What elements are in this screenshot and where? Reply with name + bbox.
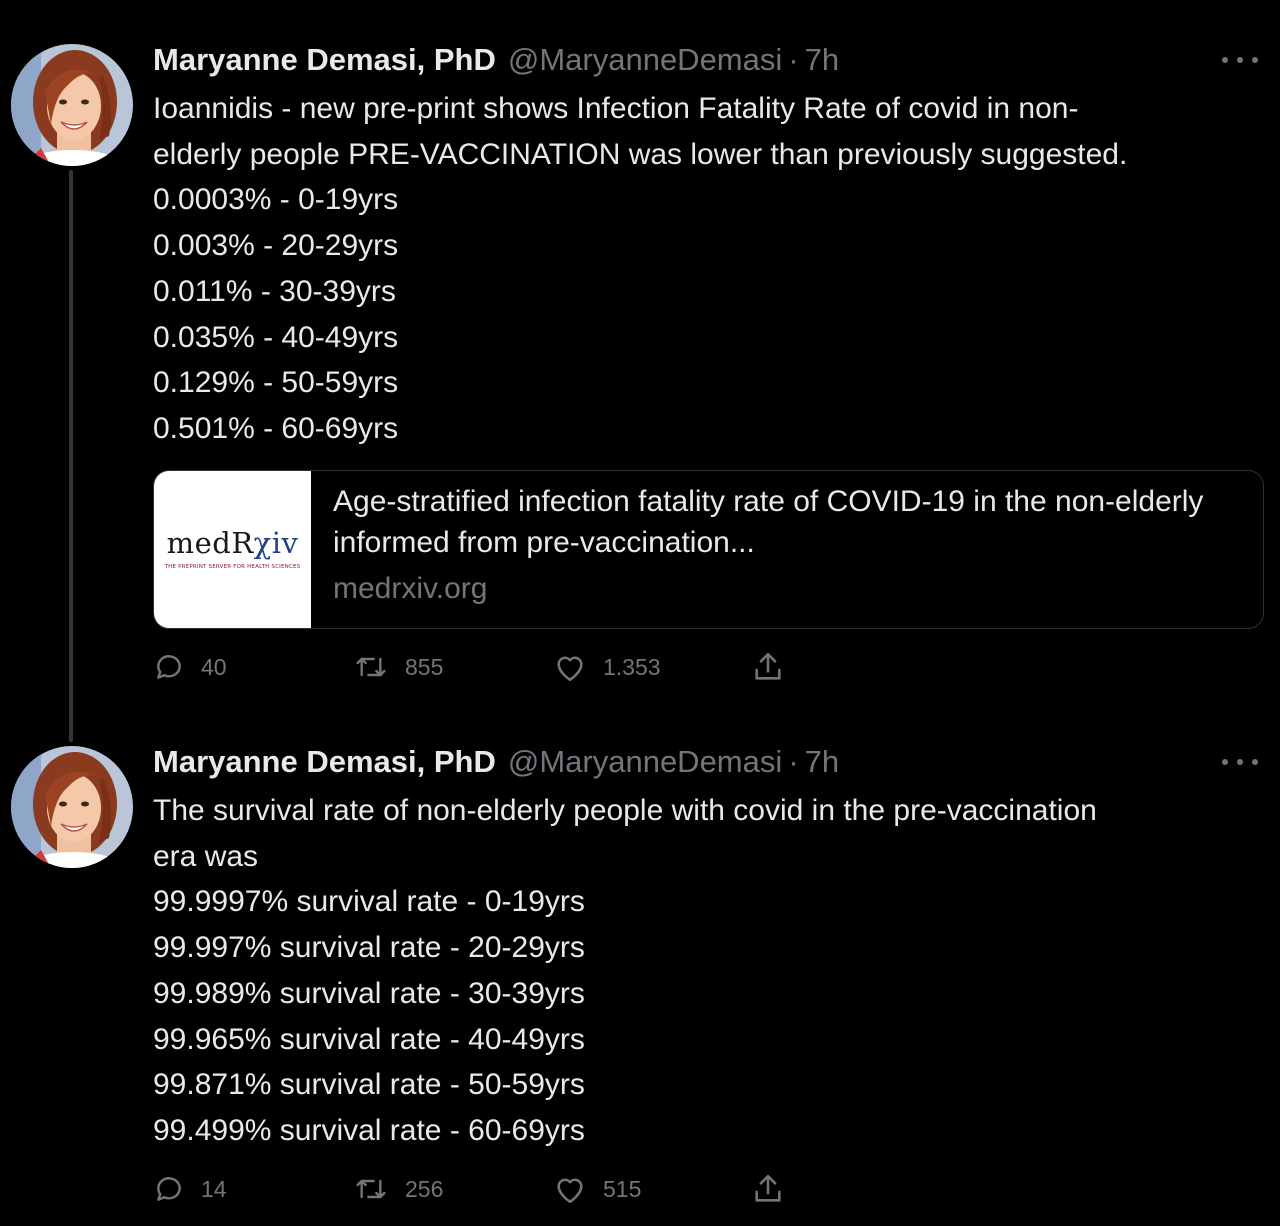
like-icon bbox=[557, 1178, 583, 1204]
tweet-text-line: era was bbox=[153, 839, 259, 873]
tweet-text-line: 0.011% - 30-39yrs bbox=[153, 274, 396, 308]
tweet-header: Maryanne Demasi, PhD @MaryanneDemasi · 7… bbox=[153, 742, 839, 782]
author-name[interactable]: Maryanne Demasi, PhD bbox=[153, 742, 496, 782]
avatar[interactable] bbox=[11, 44, 133, 166]
author-name[interactable]: Maryanne Demasi, PhD bbox=[153, 40, 496, 80]
avatar[interactable] bbox=[11, 746, 133, 868]
author-handle[interactable]: @MaryanneDemasi bbox=[508, 742, 782, 782]
retweet-icon bbox=[356, 657, 386, 677]
retweet-button[interactable]: 855 bbox=[353, 647, 443, 687]
separator-dot: · bbox=[788, 42, 799, 77]
tweet-text-line: 99.871% survival rate - 50-59yrs bbox=[153, 1068, 585, 1102]
medrxiv-logo: medRχiv THE PREPRINT SERVER FOR HEALTH S… bbox=[154, 471, 311, 628]
author-handle[interactable]: @MaryanneDemasi bbox=[508, 40, 782, 80]
tweet[interactable]: Maryanne Demasi, PhD @MaryanneDemasi · 7… bbox=[0, 700, 1280, 1226]
like-button[interactable]: 515 bbox=[553, 1169, 641, 1209]
tweet-text-line: The survival rate of non-elderly people … bbox=[153, 794, 1097, 827]
share-icon bbox=[755, 1174, 781, 1202]
tweet-text-line: 99.965% survival rate - 40-49yrs bbox=[153, 1022, 585, 1056]
reply-icon bbox=[157, 1177, 181, 1201]
share-button[interactable] bbox=[751, 647, 785, 687]
logo-text-accent: χiv bbox=[253, 526, 299, 560]
reply-count: 40 bbox=[201, 653, 227, 680]
tweet-text-line: 0.501% - 60-69yrs bbox=[153, 411, 399, 445]
reply-button[interactable]: 14 bbox=[153, 1169, 227, 1209]
like-count: 1.353 bbox=[603, 653, 661, 680]
tweet-text-line: 99.989% survival rate - 30-39yrs bbox=[153, 976, 585, 1010]
retweet-count: 256 bbox=[405, 1175, 444, 1202]
card-title: Age-stratified infection fatality rate o… bbox=[333, 485, 1204, 559]
tweet-text-line: elderly people PRE-VACCINATION was lower… bbox=[153, 137, 1128, 171]
card-domain: medrxiv.org bbox=[333, 572, 488, 605]
tweet-actions: 14 256 515 bbox=[153, 1169, 853, 1209]
tweet-text-line: 0.003% - 20-29yrs bbox=[153, 229, 399, 263]
retweet-button[interactable]: 256 bbox=[353, 1169, 443, 1209]
share-icon bbox=[755, 652, 781, 680]
tweet-header: Maryanne Demasi, PhD @MaryanneDemasi · 7… bbox=[153, 40, 839, 80]
link-preview-card[interactable]: medRχiv THE PREPRINT SERVER FOR HEALTH S… bbox=[153, 470, 1264, 629]
tweet-text-line: 0.035% - 40-49yrs bbox=[153, 320, 399, 354]
like-count: 515 bbox=[603, 1175, 642, 1202]
like-button[interactable]: 1.353 bbox=[553, 647, 661, 687]
tweet-actions: 40 855 1.353 bbox=[153, 647, 853, 687]
retweet-icon bbox=[356, 1179, 386, 1199]
reply-icon bbox=[157, 655, 181, 679]
tweet-text-line: 99.997% survival rate - 20-29yrs bbox=[153, 931, 585, 965]
retweet-count: 855 bbox=[405, 653, 444, 680]
more-icon[interactable] bbox=[1222, 752, 1258, 772]
tweet-text: The survival rate of non-elderly people … bbox=[153, 788, 1263, 1154]
tweet-text-line: 99.499% survival rate - 60-69yrs bbox=[153, 1113, 585, 1147]
tweet-text-line: 0.0003% - 0-19yrs bbox=[153, 183, 399, 217]
timestamp[interactable]: 7h bbox=[805, 742, 839, 782]
tweet[interactable]: Maryanne Demasi, PhD @MaryanneDemasi · 7… bbox=[0, 0, 1280, 700]
timestamp[interactable]: 7h bbox=[805, 40, 839, 80]
tweet-text-line: Ioannidis - new pre-print shows Infectio… bbox=[153, 92, 1079, 125]
logo-text-main: medR bbox=[166, 526, 254, 560]
tweet-text-line: 0.129% - 50-59yrs bbox=[153, 366, 399, 400]
logo-subtitle: THE PREPRINT SERVER FOR HEALTH SCIENCES bbox=[164, 564, 301, 570]
more-icon[interactable] bbox=[1222, 50, 1258, 70]
reply-count: 14 bbox=[201, 1175, 227, 1202]
share-button[interactable] bbox=[751, 1169, 785, 1209]
tweet-text-line: 99.9997% survival rate - 0-19yrs bbox=[153, 885, 585, 919]
separator-dot: · bbox=[788, 744, 799, 779]
like-icon bbox=[557, 656, 583, 682]
tweet-text: Ioannidis - new pre-print shows Infectio… bbox=[153, 86, 1263, 452]
reply-button[interactable]: 40 bbox=[153, 647, 227, 687]
